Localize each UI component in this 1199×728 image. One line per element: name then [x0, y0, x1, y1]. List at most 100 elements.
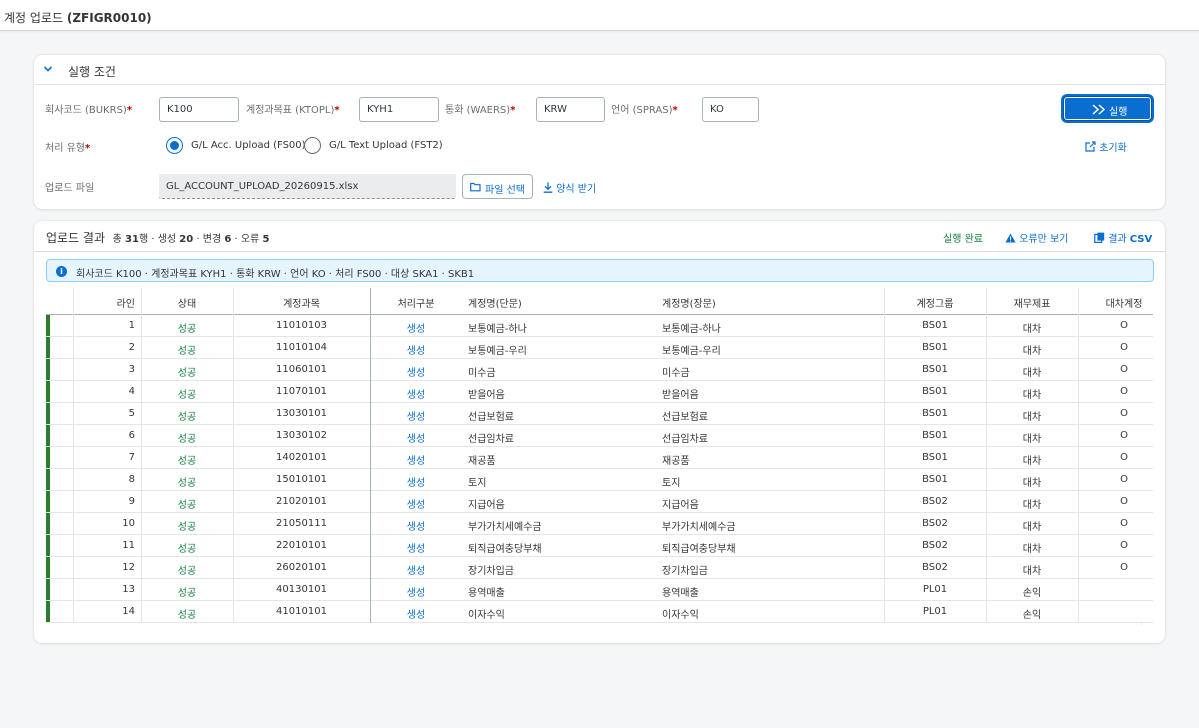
cell-proc: 생성	[406, 346, 426, 357]
cell-long: 미수금	[662, 368, 690, 379]
column-divider	[370, 288, 371, 623]
process-type-label: 처리 유형*	[45, 143, 91, 154]
cell-status: 성공	[177, 522, 197, 533]
radio-fst2-label[interactable]: G/L Text Upload (FST2)	[329, 140, 443, 151]
cell-group: BS02	[922, 518, 948, 529]
cell-long: 부가가치세예수금	[662, 522, 736, 533]
radio-fs00[interactable]	[166, 137, 183, 154]
cell-short: 부가가치세예수금	[468, 522, 542, 533]
cell-line: 8	[128, 474, 135, 485]
download-template-link[interactable]: 양식 받기	[543, 180, 596, 195]
cell-long: 받을어음	[662, 390, 699, 401]
cell-proc: 생성	[406, 390, 426, 401]
cell-fs: 대차	[1022, 544, 1042, 555]
cell-line: 7	[128, 452, 135, 463]
results-title: 업로드 결과 총 31행 · 생성 20 · 변경 6 · 오류 5	[46, 231, 270, 245]
header-select-cell	[46, 288, 73, 314]
row-status-indicator	[46, 469, 50, 490]
cell-group: BS01	[922, 320, 948, 331]
spras-label: 언어 (SPRAS)*	[611, 105, 678, 116]
row-status-indicator	[46, 535, 50, 556]
cell-group: BS02	[922, 540, 948, 551]
cell-long: 선급임차료	[662, 434, 708, 445]
cell-status: 성공	[177, 346, 197, 357]
file-field: GL_ACCOUNT_UPLOAD_20260915.xlsx	[159, 174, 456, 199]
cell-account: 14020101	[276, 452, 327, 463]
waers-input[interactable]: KRW	[536, 97, 605, 122]
cell-proc: 생성	[406, 412, 426, 423]
cell-status: 성공	[177, 566, 197, 577]
radio-fst2[interactable]	[304, 137, 321, 154]
cell-account: 13030102	[276, 430, 327, 441]
cell-account: 26020101	[276, 562, 327, 573]
cell-fs: 대차	[1022, 434, 1042, 445]
cell-proc: 생성	[406, 324, 426, 335]
column-header-short: 계정명(단문)	[468, 299, 522, 310]
cell-short: 보통예금-하나	[468, 324, 527, 335]
criteria-panel: 실행 조건 회사코드 (BUKRS)* K100 계정과목표 (KTOPL)* …	[34, 55, 1165, 209]
cell-group: BS02	[922, 496, 948, 507]
bukrs-input[interactable]: K100	[159, 97, 239, 122]
cell-short: 재공품	[468, 456, 496, 467]
select-file-button[interactable]: 파일 선택	[462, 174, 533, 199]
page-title: 계정 업로드 (ZFIGR0010)	[4, 11, 152, 25]
waers-label: 통화 (WAERS)*	[445, 105, 516, 116]
cell-line: 2	[128, 342, 135, 353]
cell-proc: 생성	[406, 610, 426, 621]
cell-group: PL01	[922, 584, 948, 595]
criteria-panel-header[interactable]: 실행 조건	[34, 55, 1165, 85]
cell-bs: O	[1120, 474, 1128, 485]
cell-bs: O	[1120, 518, 1128, 529]
row-status-indicator	[46, 425, 50, 446]
cell-fs: 대차	[1022, 412, 1042, 423]
info-message-strip: i 회사코드 K100 · 계정과목표 KYH1 · 통화 KRW · 언어 K…	[46, 259, 1154, 282]
cell-bs: O	[1120, 496, 1128, 507]
ktopl-input[interactable]: KYH1	[359, 97, 439, 122]
cell-short: 미수금	[468, 368, 496, 379]
results-panel: 업로드 결과 총 31행 · 생성 20 · 변경 6 · 오류 5 실행 완료…	[34, 221, 1165, 643]
cell-account: 15010101	[276, 474, 327, 485]
cell-status: 성공	[177, 544, 197, 555]
chevron-down-icon[interactable]	[43, 64, 53, 74]
cell-proc: 생성	[406, 544, 426, 555]
cell-bs: O	[1120, 452, 1128, 463]
criteria-section-title: 실행 조건	[68, 65, 116, 79]
cell-fs: 대차	[1022, 368, 1042, 379]
cell-short: 선급임차료	[468, 434, 514, 445]
cell-fs: 손익	[1022, 588, 1042, 599]
cell-short: 퇴직급여충당부채	[468, 544, 542, 555]
cell-status: 성공	[177, 588, 197, 599]
cell-fs: 대차	[1022, 566, 1042, 577]
column-divider	[1141, 623, 1142, 625]
results-header: 업로드 결과 총 31행 · 생성 20 · 변경 6 · 오류 5 실행 완료…	[34, 221, 1165, 252]
cell-status: 성공	[177, 434, 197, 445]
csv-export-button[interactable]: 결과 CSV	[1094, 230, 1152, 245]
column-header-line: 라인	[116, 299, 135, 310]
cell-status: 성공	[177, 500, 197, 511]
cell-status: 성공	[177, 324, 197, 335]
column-header-account: 계정과목	[283, 299, 320, 310]
column-divider	[1078, 288, 1079, 623]
cell-fs: 손익	[1022, 610, 1042, 621]
row-status-indicator	[46, 601, 50, 622]
spras-input[interactable]: KO	[702, 97, 759, 122]
file-label: 업로드 파일	[45, 183, 95, 194]
cell-bs: O	[1120, 386, 1128, 397]
radio-fs00-label[interactable]: G/L Acc. Upload (FS00)	[191, 140, 306, 151]
cell-line: 12	[122, 562, 135, 573]
cell-fs: 대차	[1022, 390, 1042, 401]
cell-bs: O	[1120, 320, 1128, 331]
cell-long: 보통예금-하나	[662, 324, 721, 335]
run-button[interactable]: 실행	[1063, 96, 1152, 121]
row-status-indicator	[46, 359, 50, 380]
reset-button[interactable]: 초기화	[1085, 139, 1127, 154]
cell-long: 퇴직급여충당부채	[662, 544, 736, 555]
cell-account: 13030101	[276, 408, 327, 419]
cell-proc: 생성	[406, 434, 426, 445]
column-header-long: 계정명(장문)	[662, 299, 716, 310]
errors-only-button[interactable]: 오류만 보기	[1005, 230, 1068, 245]
cell-line: 1	[128, 320, 135, 331]
cell-line: 11	[122, 540, 135, 551]
row-status-indicator	[46, 315, 50, 336]
row-status-indicator	[46, 337, 50, 358]
